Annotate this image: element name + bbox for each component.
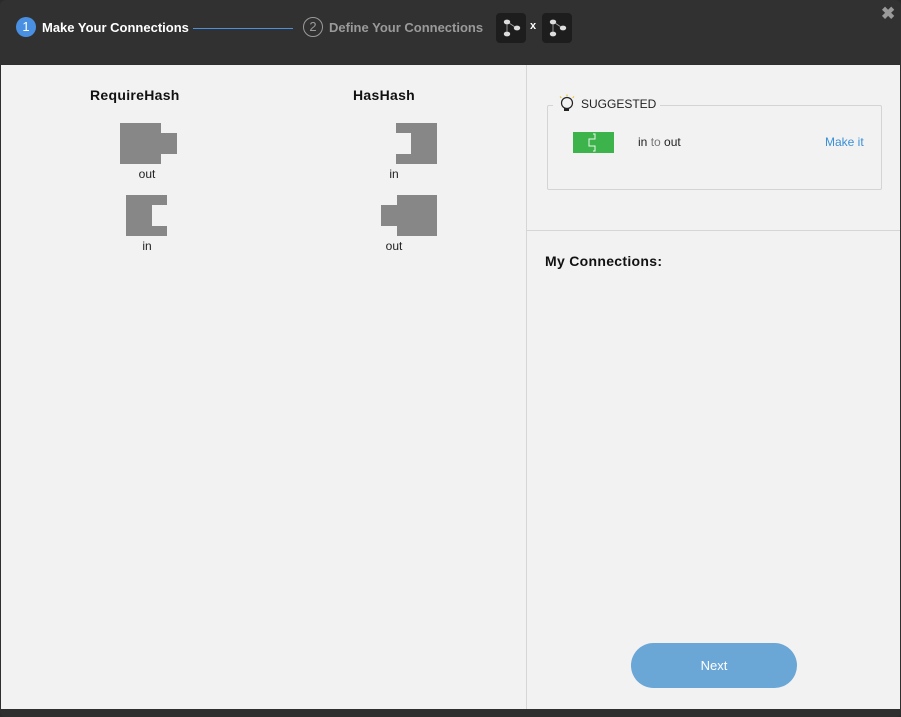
make-it-link[interactable]: Make it <box>825 135 864 149</box>
lightbulb-icon <box>559 94 575 111</box>
suggested-connection-chip <box>573 132 614 153</box>
step-label-2: Define Your Connections <box>329 19 484 35</box>
has-hash-out-port[interactable] <box>381 195 438 236</box>
has-hash-in-label: in <box>389 167 399 181</box>
step-label-1: Make Your Connections <box>42 19 189 35</box>
times-symbol: x <box>530 20 537 32</box>
require-hash-in-port[interactable] <box>126 195 168 236</box>
suggested-label: SUGGESTED <box>581 97 657 111</box>
close-icon[interactable]: ✖ <box>881 4 895 24</box>
wizard-content: RequireHash HasHash out in in out SUGGES… <box>1 65 900 709</box>
require-hash-out-port[interactable] <box>120 123 178 164</box>
section-divider <box>527 230 900 231</box>
connection-wizard-window: 1 Make Your Connections 2 Define Your Co… <box>0 0 901 717</box>
step-progress-line <box>193 28 293 29</box>
step-define-connections[interactable]: 2 Define Your Connections <box>303 17 483 37</box>
wizard-header: 1 Make Your Connections 2 Define Your Co… <box>0 0 901 64</box>
suggested-to: out <box>664 135 681 149</box>
component-a-node-icon <box>496 13 526 43</box>
step-make-connections[interactable]: 1 Make Your Connections <box>16 17 189 37</box>
window-bottom-edge <box>0 709 901 717</box>
component-a-title: RequireHash <box>90 87 180 103</box>
suggested-heading: SUGGESTED <box>553 94 661 114</box>
suggested-to-word: to <box>650 135 661 149</box>
require-hash-out-label: out <box>138 167 156 181</box>
step-number-2: 2 <box>303 17 323 37</box>
has-hash-in-port[interactable] <box>396 123 438 164</box>
component-b-title: HasHash <box>353 87 416 103</box>
step-number-1: 1 <box>16 17 36 37</box>
suggested-connection-text: in to out <box>638 135 681 149</box>
components-pane: RequireHash HasHash out in in out <box>1 65 526 709</box>
my-connections-heading: My Connections: <box>545 253 663 269</box>
has-hash-out-label: out <box>385 239 403 253</box>
suggested-from: in <box>638 135 648 149</box>
connections-pane: SUGGESTED in to out Make it My Connectio… <box>527 65 900 709</box>
require-hash-in-label: in <box>142 239 152 253</box>
next-button[interactable]: Next <box>631 643 797 688</box>
component-b-node-icon <box>542 13 572 43</box>
